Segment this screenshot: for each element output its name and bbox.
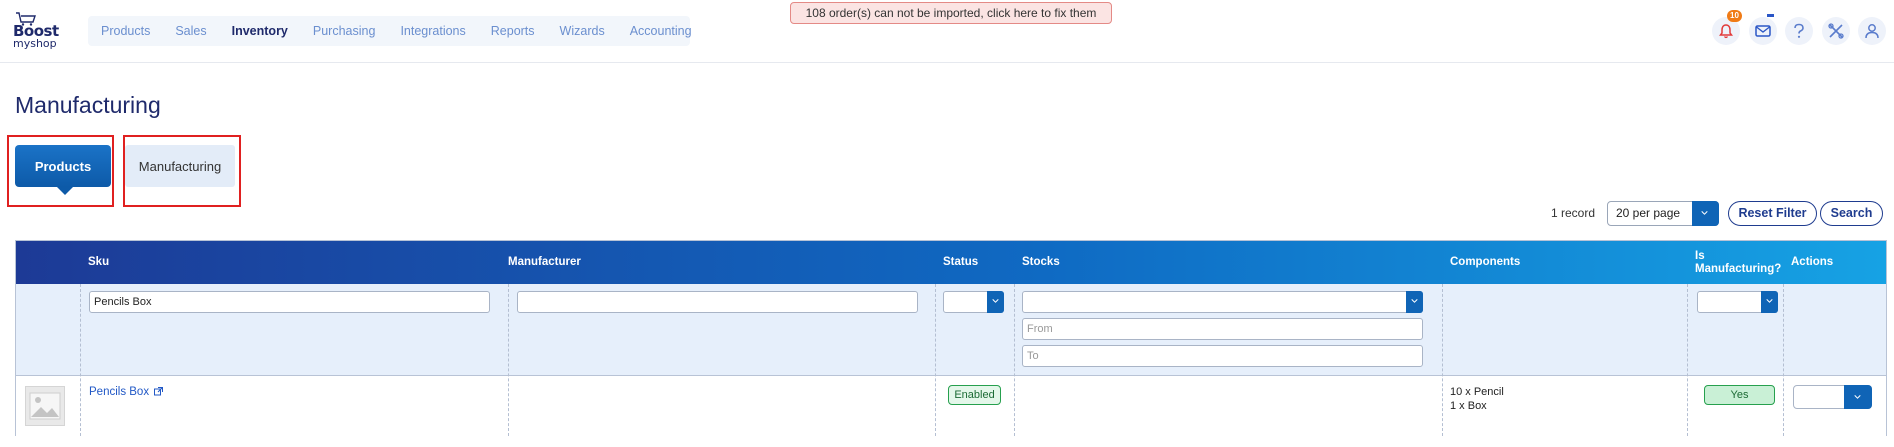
image-placeholder-icon: [29, 392, 61, 420]
sku-link[interactable]: Pencils Box: [89, 386, 164, 398]
per-page-value: 20 per page: [1616, 206, 1681, 220]
column-divider: [80, 284, 81, 436]
user-menu-button[interactable]: [1858, 17, 1886, 45]
nav-item-products[interactable]: Products: [101, 24, 150, 38]
chevron-down-icon: [1411, 299, 1418, 303]
column-header-is-manufacturing[interactable]: Is Manufacturing?: [1688, 241, 1781, 284]
nav-item-inventory[interactable]: Inventory: [232, 24, 288, 38]
nav-item-accounting[interactable]: Accounting: [630, 24, 692, 38]
stocks-filter-arrow: [1406, 291, 1423, 313]
is-manufacturing-filter-select[interactable]: [1697, 291, 1778, 313]
status-badge: Enabled: [948, 385, 1001, 405]
nav-item-integrations[interactable]: Integrations: [400, 24, 465, 38]
stocks-to-input[interactable]: To: [1022, 345, 1423, 367]
help-button[interactable]: [1785, 17, 1813, 45]
is-manufacturing-filter-arrow: [1761, 291, 1778, 313]
chevron-down-icon: [1766, 299, 1773, 303]
help-icon: [1794, 23, 1804, 38]
filter-row: Pencils Box From To: [16, 284, 1886, 376]
tools-icon: [1828, 23, 1844, 39]
nav-item-purchasing[interactable]: Purchasing: [313, 24, 376, 38]
nav-item-sales[interactable]: Sales: [175, 24, 206, 38]
sku-filter-input[interactable]: Pencils Box: [89, 291, 490, 313]
chevron-down-icon: [992, 299, 999, 303]
user-icon: [1865, 24, 1879, 39]
column-header-manufacturer[interactable]: Manufacturer: [501, 241, 581, 284]
notification-count-badge: 10: [1727, 10, 1742, 22]
column-divider: [508, 284, 509, 436]
status-filter-arrow: [987, 291, 1004, 313]
column-header-status[interactable]: Status: [936, 241, 978, 284]
per-page-select[interactable]: 20 per page: [1607, 201, 1719, 226]
products-grid: Sku Manufacturer Status Stocks Component…: [15, 240, 1887, 436]
search-button[interactable]: Search: [1820, 201, 1883, 226]
highlight-box-manufacturing-tab: [123, 135, 241, 207]
column-header-components[interactable]: Components: [1443, 241, 1520, 284]
sku-link-text: Pencils Box: [89, 386, 150, 398]
main-nav: Products Sales Inventory Purchasing Inte…: [88, 16, 692, 46]
page-title: Manufacturing: [15, 92, 161, 118]
column-header-actions: Actions: [1791, 256, 1834, 268]
import-error-alert[interactable]: 108 order(s) can not be imported, click …: [790, 2, 1112, 24]
boostmyshop-logo[interactable]: Boost myshop: [13, 12, 59, 50]
manufacturer-filter-input[interactable]: [517, 291, 918, 313]
column-divider: [1687, 284, 1688, 436]
logo-text-line2: myshop: [13, 37, 57, 50]
column-header-sku[interactable]: Sku: [81, 241, 109, 284]
record-count: 1 record: [1551, 206, 1596, 220]
component-item: 1 x Box: [1450, 400, 1487, 412]
status-filter-select[interactable]: [943, 291, 1004, 313]
chevron-down-icon: [1854, 395, 1861, 399]
bell-icon: [1719, 23, 1733, 38]
mail-icon: [1755, 25, 1771, 37]
stocks-from-input[interactable]: From: [1022, 318, 1423, 340]
product-thumbnail: [25, 386, 65, 426]
nav-item-reports[interactable]: Reports: [491, 24, 535, 38]
column-divider: [1014, 284, 1015, 436]
component-item: 10 x Pencil: [1450, 386, 1504, 398]
row-actions-select[interactable]: [1793, 385, 1872, 409]
reset-filter-button[interactable]: Reset Filter: [1728, 201, 1817, 226]
messages-button[interactable]: [1749, 14, 1777, 45]
top-header: Boost myshop Products Sales Inventory Pu…: [0, 0, 1894, 63]
notifications-button[interactable]: 10: [1712, 10, 1742, 45]
external-link-icon[interactable]: [154, 387, 164, 396]
column-divider: [935, 284, 936, 436]
tools-button[interactable]: [1822, 17, 1850, 45]
is-manufacturing-badge: Yes: [1704, 385, 1775, 405]
chevron-down-icon: [1701, 211, 1708, 215]
mail-indicator: [1767, 14, 1774, 17]
highlight-box-products-tab: [7, 135, 114, 207]
table-row: Pencils Box Enabled 10 x Pencil 1 x Box …: [16, 377, 1886, 436]
per-page-dropdown-arrow[interactable]: [1692, 201, 1719, 226]
row-actions-arrow: [1844, 385, 1872, 409]
column-divider: [1783, 284, 1784, 436]
stocks-filter-select[interactable]: [1022, 291, 1423, 313]
column-divider: [1442, 284, 1443, 436]
column-header-stocks[interactable]: Stocks: [1015, 241, 1060, 284]
grid-header-row: Sku Manufacturer Status Stocks Component…: [16, 241, 1886, 284]
nav-item-wizards[interactable]: Wizards: [560, 24, 605, 38]
